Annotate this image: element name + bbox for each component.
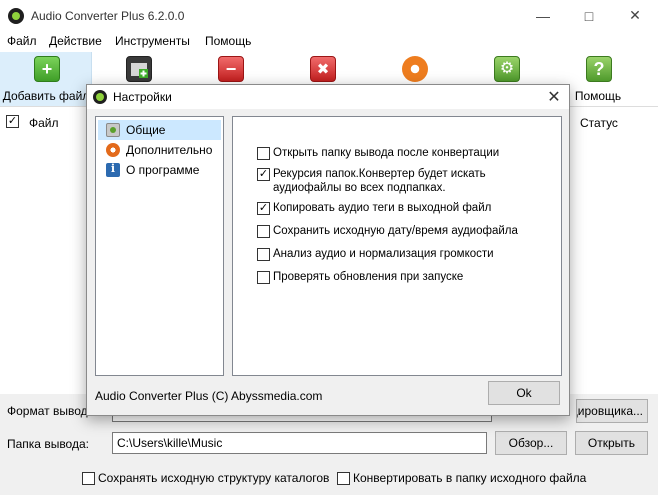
nav-item-label: О программе (126, 163, 200, 177)
nav-item-label: Общие (126, 123, 166, 137)
keep-structure-checkbox[interactable] (82, 472, 95, 485)
menu-action[interactable]: Действие (49, 34, 102, 48)
output-folder-input[interactable]: C:\Users\kille\Music (112, 432, 487, 454)
menu-bar: Файл Действие Инструменты Помощь (0, 31, 658, 51)
about-icon (106, 162, 120, 177)
close-icon: ✕ (547, 89, 561, 106)
nav-item-label: Дополнительно (126, 143, 213, 157)
option-checkbox[interactable] (257, 147, 270, 160)
add-file-icon: + (34, 56, 60, 82)
option-checkbox[interactable]: ✓ (257, 202, 270, 215)
option-checkbox[interactable] (257, 248, 270, 261)
minimize-icon: — (536, 7, 550, 24)
output-format-label: Формат вывода (7, 404, 95, 418)
option-label: Анализ аудио и нормализация громкости (273, 248, 494, 260)
minimize-button[interactable]: — (520, 0, 566, 31)
dialog-title: Настройки (113, 90, 172, 104)
open-folder-button[interactable]: Открыть (575, 431, 648, 455)
option-checkbox[interactable]: ✓ (257, 168, 270, 181)
app-logo-icon (8, 8, 24, 24)
dialog-copyright: Audio Converter Plus (C) Abyssmedia.com (95, 389, 323, 403)
option-label: Сохранить исходную дату/время аудиофайла (273, 225, 518, 237)
add-file-label: Добавить файл (2, 89, 90, 103)
nav-item-general[interactable]: Общие (98, 120, 221, 140)
dialog-logo-icon (93, 90, 107, 104)
add-folder-icon (126, 56, 152, 82)
ok-button[interactable]: Ok (488, 381, 560, 405)
convert-to-source-checkbox[interactable] (337, 472, 350, 485)
encoder-settings-button[interactable]: дировщика... (576, 399, 648, 423)
dialog-title-bar: Настройки ✕ (87, 85, 569, 109)
settings-dialog: Настройки ✕ Общие Дополнительно О програ… (86, 84, 570, 416)
option-checkbox[interactable] (257, 225, 270, 238)
option-label: Проверять обновления при запуске (273, 271, 464, 283)
help-icon: ? (586, 56, 612, 82)
convert-icon (402, 56, 428, 82)
settings-nav: Общие Дополнительно О программе (95, 116, 224, 376)
clear-icon: ✖ (310, 56, 336, 82)
option-label: Открыть папку вывода после конвертации (273, 147, 500, 159)
menu-tools[interactable]: Инструменты (115, 34, 190, 48)
window-title: Audio Converter Plus 6.2.0.0 (31, 9, 185, 23)
maximize-button[interactable]: □ (566, 0, 612, 31)
option-checkbox[interactable] (257, 271, 270, 284)
general-icon (106, 123, 120, 137)
maximize-icon: □ (584, 7, 594, 24)
add-file-button[interactable]: + Добавить файл (0, 52, 92, 106)
close-button[interactable]: ✕ (612, 0, 658, 31)
settings-icon: ⚙ (494, 56, 520, 82)
additional-icon (106, 143, 120, 157)
column-header-status[interactable]: Статус (580, 116, 618, 130)
browse-button[interactable]: Обзор... (495, 431, 567, 455)
general-settings-panel: Открыть папку вывода после конвертации ✓… (232, 116, 562, 376)
option-label: Копировать аудио теги в выходной файл (273, 202, 492, 214)
nav-item-additional[interactable]: Дополнительно (98, 140, 221, 160)
menu-help[interactable]: Помощь (205, 34, 251, 48)
convert-to-source-label: Конвертировать в папку исходного файла (353, 471, 587, 485)
nav-item-about[interactable]: О программе (98, 160, 221, 180)
column-header-file[interactable]: Файл (29, 116, 59, 130)
dialog-close-button[interactable]: ✕ (543, 87, 565, 107)
title-bar: Audio Converter Plus 6.2.0.0 — □ ✕ (0, 0, 658, 31)
menu-file[interactable]: Файл (7, 34, 37, 48)
keep-structure-label: Сохранять исходную структуру каталогов (98, 471, 330, 485)
option-label: Рекурсия папок.Конвертер будет искать ау… (273, 168, 486, 194)
output-folder-label: Папка вывода: (7, 437, 89, 451)
close-icon: ✕ (629, 7, 641, 23)
remove-icon: − (218, 56, 244, 82)
select-all-checkbox[interactable]: ✓ (6, 115, 19, 128)
